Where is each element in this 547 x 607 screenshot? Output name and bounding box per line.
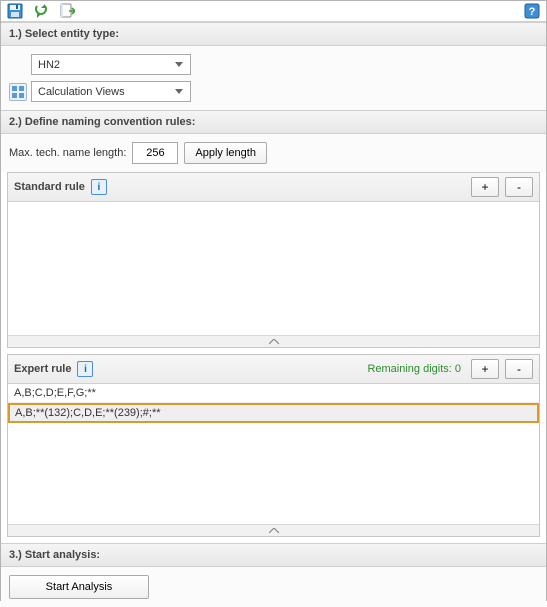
standard-rule-add-button[interactable]: +	[471, 177, 499, 197]
entity-type-select-value: Calculation Views	[38, 86, 172, 98]
chevron-down-icon	[172, 62, 186, 68]
export-button[interactable]	[57, 1, 77, 21]
expert-rule-add-button[interactable]: +	[471, 359, 499, 379]
max-length-row: Max. tech. name length: Apply length	[1, 134, 546, 172]
section2-header: 2.) Define naming convention rules:	[1, 110, 546, 134]
help-button[interactable]: ?	[522, 1, 542, 21]
expert-rule-body[interactable]: A,B;C,D;E,F,G;**A,B;**(132);C,D,E;**(239…	[8, 384, 539, 524]
section1-body: HN2 Calculation Views	[1, 46, 546, 110]
system-select[interactable]: HN2	[31, 54, 191, 75]
standard-rule-header: Standard rule i + -	[8, 173, 539, 202]
entity-type-icon-button[interactable]	[9, 83, 27, 101]
standard-rule-panel: Standard rule i + -	[7, 172, 540, 348]
section2-title: 2.) Define naming convention rules:	[9, 116, 195, 128]
chevron-up-icon	[269, 339, 279, 345]
section3-header: 3.) Start analysis:	[1, 543, 546, 567]
app-root: ? 1.) Select entity type: HN2	[0, 0, 547, 601]
section1-title: 1.) Select entity type:	[9, 28, 119, 40]
max-length-input[interactable]	[132, 142, 178, 164]
standard-rule-title: Standard rule	[14, 181, 85, 193]
expert-rule-row[interactable]: A,B;**(132);C,D,E;**(239);#;**	[8, 403, 539, 423]
standard-rule-body[interactable]	[8, 202, 539, 335]
remaining-digits-label: Remaining digits: 0	[367, 363, 461, 375]
section3-body: Start Analysis	[1, 567, 546, 607]
entity-type-select[interactable]: Calculation Views	[31, 81, 191, 102]
expert-rule-expander[interactable]	[8, 524, 539, 536]
save-button[interactable]	[5, 1, 25, 21]
standard-rule-info-button[interactable]: i	[91, 179, 107, 195]
info-icon: i	[84, 364, 87, 375]
expert-rule-title: Expert rule	[14, 363, 71, 375]
chevron-up-icon	[269, 528, 279, 534]
expert-rule-info-button[interactable]: i	[77, 361, 93, 377]
apply-length-button[interactable]: Apply length	[184, 142, 267, 164]
chevron-down-icon	[172, 89, 186, 95]
system-select-value: HN2	[38, 59, 172, 71]
svg-text:?: ?	[529, 6, 536, 18]
standard-rule-expander[interactable]	[8, 335, 539, 347]
grid-icon	[12, 86, 24, 98]
start-analysis-button[interactable]: Start Analysis	[9, 575, 149, 599]
standard-rule-remove-button[interactable]: -	[505, 177, 533, 197]
toolbar: ?	[1, 1, 546, 22]
refresh-icon	[33, 3, 49, 19]
expert-rule-remove-button[interactable]: -	[505, 359, 533, 379]
info-icon: i	[98, 182, 101, 193]
save-icon	[7, 3, 23, 19]
refresh-button[interactable]	[31, 1, 51, 21]
expert-rule-header: Expert rule i Remaining digits: 0 + -	[8, 355, 539, 384]
section3-title: 3.) Start analysis:	[9, 549, 100, 561]
expert-rule-panel: Expert rule i Remaining digits: 0 + - A,…	[7, 354, 540, 537]
expert-rule-row[interactable]: A,B;C,D;E,F,G;**	[8, 384, 539, 403]
help-icon: ?	[524, 3, 540, 19]
max-length-label: Max. tech. name length:	[9, 147, 126, 159]
section1-header: 1.) Select entity type:	[1, 22, 546, 46]
export-icon	[59, 3, 75, 19]
